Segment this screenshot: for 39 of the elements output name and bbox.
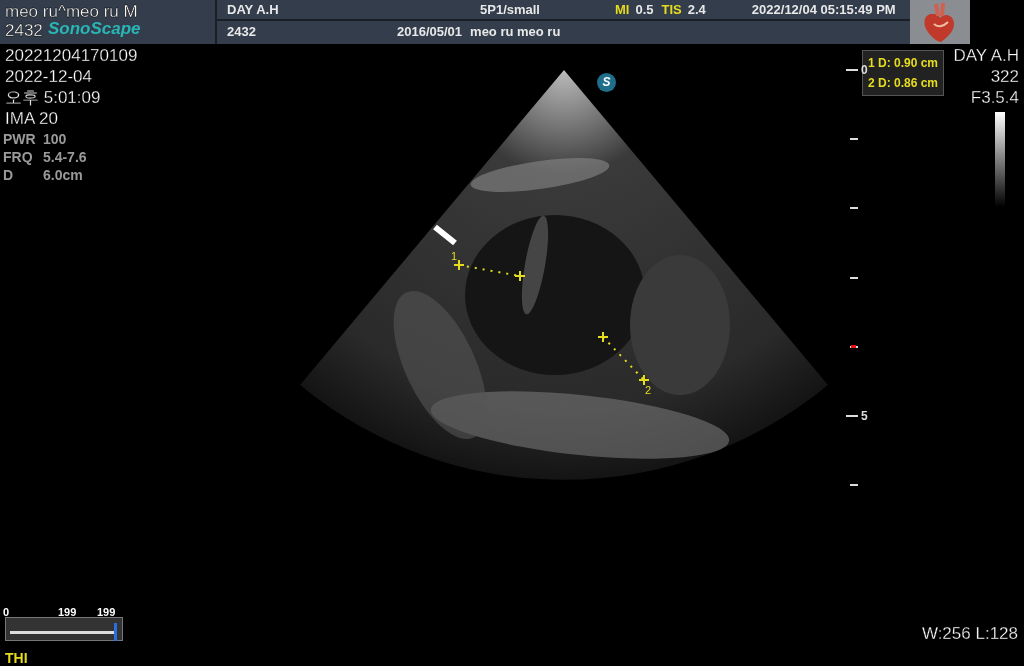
overlay-text: DAY A.H <box>953 46 1019 66</box>
measurement-text: 1 D: 0.90 cm <box>868 55 939 70</box>
mi-value: 0.5 <box>635 0 654 19</box>
overlay-text: IMA 20 <box>5 109 58 129</box>
mi-label: MI <box>615 0 630 19</box>
parameter-label: D <box>3 166 15 184</box>
parameter-label: FRQ <box>3 148 34 166</box>
overlay-text: 2432 <box>5 21 43 41</box>
mode-label: THI <box>5 649 28 666</box>
exam-name: meo ru meo ru <box>470 22 561 41</box>
overlay-text: F3.5.4 <box>970 88 1019 108</box>
patient-name: DAY A.H <box>227 0 280 19</box>
tis-label: TIS <box>661 0 682 19</box>
cine-thumb[interactable] <box>114 623 117 641</box>
measurement-text: 2 D: 0.86 cm <box>868 75 939 92</box>
overlay-text: 2022-12-04 <box>5 67 92 87</box>
overlay-text: 오후 5:01:09 <box>5 88 101 108</box>
overlay-text: 20221204170109 <box>5 46 138 66</box>
caliper-line <box>597 331 650 386</box>
tis-value: 2.4 <box>687 0 706 19</box>
depth-label: 5 <box>861 408 868 425</box>
parameter-value: 100 <box>43 130 67 148</box>
parameter-value: 6.0cm <box>43 166 83 184</box>
parameter-value: 5.4-7.6 <box>43 148 87 166</box>
cine-label: 0 <box>3 605 10 620</box>
caliper-label: 1 <box>451 250 458 262</box>
caliper-label: 2 <box>645 384 652 396</box>
focus-marker <box>851 345 856 348</box>
probe-label: 5P1/small <box>480 0 541 19</box>
depth-label: 0 <box>861 63 868 78</box>
birth-date: 2016/05/01 <box>397 22 463 41</box>
sector-marker: S <box>597 73 616 92</box>
patient-id: 2432 <box>227 22 257 41</box>
cine-label: 199 <box>97 605 116 620</box>
parameter-label: PWR <box>3 130 37 148</box>
cine-label: 199 <box>58 605 77 620</box>
overlay-text: 322 <box>990 67 1019 87</box>
date-time: 2022/12/04 05:15:49 PM <box>751 0 896 19</box>
window-level: W:256 L:128 <box>921 624 1018 644</box>
